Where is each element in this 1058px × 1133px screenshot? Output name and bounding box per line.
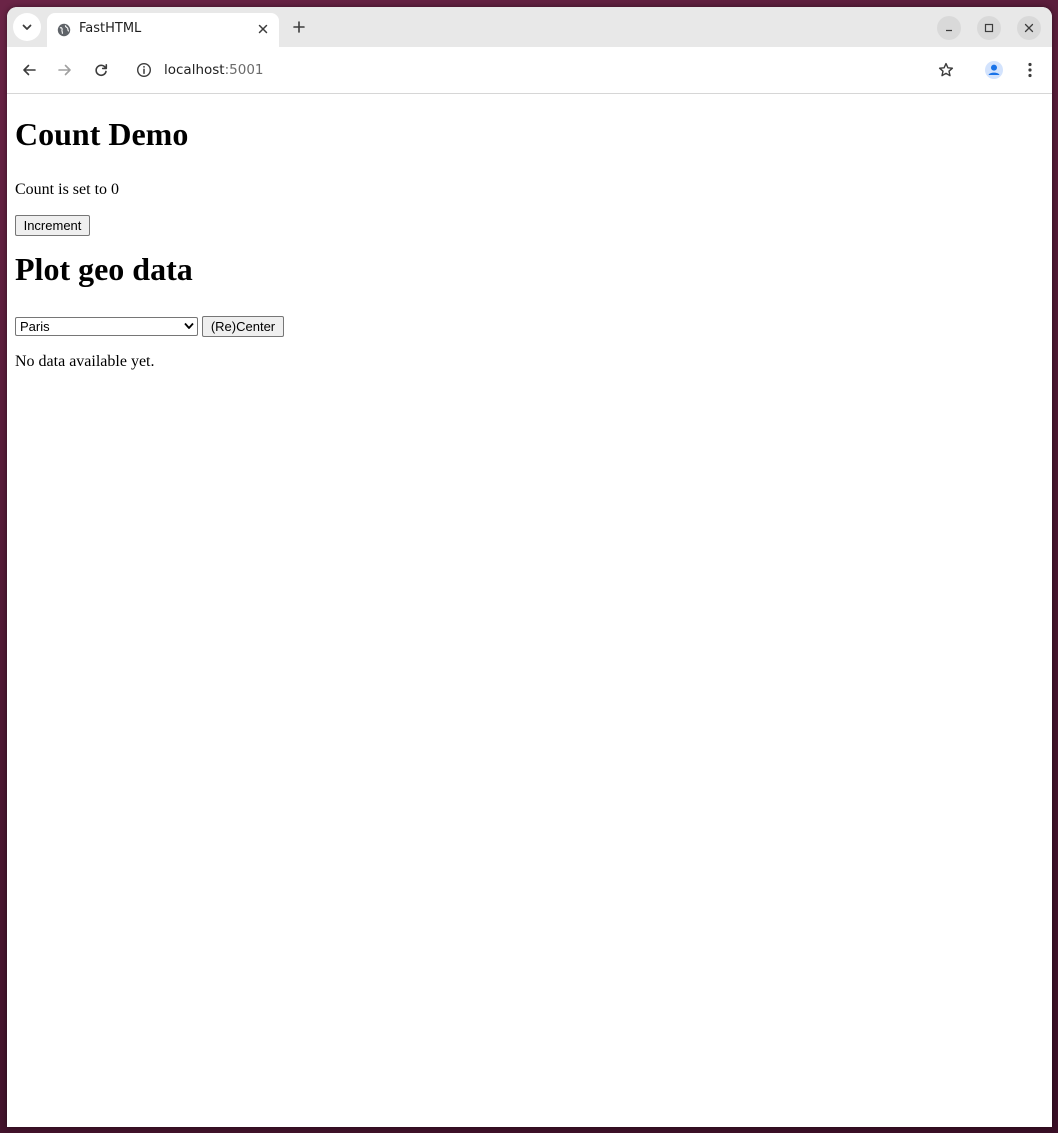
url-port: :5001	[224, 62, 264, 78]
page-content: Count Demo Count is set to 0 Increment P…	[7, 94, 1052, 1127]
no-data-message: No data available yet.	[15, 353, 155, 370]
reload-icon	[95, 64, 108, 77]
count-status-text: Count is set to 0	[15, 181, 120, 198]
maximize-icon	[984, 23, 994, 33]
minimize-button[interactable]	[937, 16, 961, 40]
chevron-down-icon	[184, 322, 194, 329]
url-text[interactable]: localhost:5001	[164, 61, 264, 79]
tab-close-button[interactable]	[255, 21, 271, 37]
profile-button[interactable]	[981, 57, 1007, 83]
kebab-menu-icon	[1028, 62, 1032, 78]
bookmark-button[interactable]	[933, 57, 959, 83]
profile-icon	[985, 61, 1003, 79]
forward-button[interactable]	[52, 57, 78, 83]
browser-toolbar: localhost:5001	[7, 47, 1052, 94]
tab-title: FastHTML	[79, 21, 142, 36]
maximize-button[interactable]	[977, 16, 1001, 40]
close-icon	[258, 24, 268, 34]
reload-button[interactable]	[88, 57, 114, 83]
info-icon[interactable]	[136, 62, 152, 78]
url-host: localhost	[164, 62, 225, 78]
city-select-value: Paris	[20, 319, 50, 334]
new-tab-button[interactable]	[287, 15, 311, 39]
tab-search-button[interactable]	[13, 13, 41, 41]
recenter-button[interactable]: (Re)Center	[202, 316, 284, 337]
address-bar[interactable]: localhost:5001	[126, 53, 968, 87]
globe-icon	[57, 23, 71, 37]
plus-icon	[293, 21, 305, 33]
arrow-left-icon	[23, 64, 36, 76]
count-demo-heading: Count Demo	[15, 116, 189, 152]
city-select[interactable]: Paris	[15, 317, 198, 336]
chevron-down-icon	[22, 24, 32, 30]
back-button[interactable]	[16, 57, 42, 83]
browser-menu-button[interactable]	[1017, 57, 1043, 83]
plot-geo-heading: Plot geo data	[15, 251, 193, 287]
minimize-icon	[946, 29, 952, 32]
tab-fasthtml[interactable]: FastHTML	[47, 13, 279, 47]
browser-window: FastHTML localhost:5001 Count Demo Count…	[7, 7, 1052, 1127]
arrow-right-icon	[58, 64, 71, 76]
increment-button[interactable]: Increment	[15, 215, 90, 236]
star-icon	[938, 62, 954, 77]
close-icon	[1024, 23, 1034, 33]
tab-strip: FastHTML	[7, 7, 1052, 47]
close-window-button[interactable]	[1017, 16, 1041, 40]
